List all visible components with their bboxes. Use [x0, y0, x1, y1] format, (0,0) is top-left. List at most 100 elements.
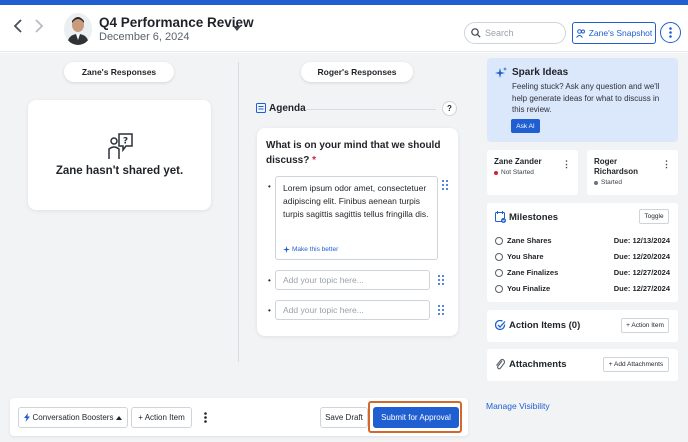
- bullet-marker: •: [268, 182, 271, 191]
- person-question-icon: ?: [108, 133, 133, 159]
- add-attachments-button[interactable]: + Add Attachments: [603, 357, 669, 372]
- attachments-title: Attachments: [509, 359, 567, 370]
- topic-input[interactable]: [275, 270, 430, 290]
- people-icon: [575, 28, 585, 38]
- chevron-left-icon: [13, 19, 22, 33]
- page-header: Q4 Performance Review December 6, 2024 Z…: [0, 5, 688, 52]
- kebab-icon: [203, 412, 207, 423]
- action-items-title: Action Items (0): [509, 320, 581, 331]
- spark-ideas-panel: Spark Ideas Feeling stuck? Ask any quest…: [487, 58, 678, 142]
- lightning-icon: [23, 413, 30, 422]
- check-circle-icon: [495, 320, 506, 331]
- participant-card-roger[interactable]: Roger Richardson Started ⋮: [587, 150, 678, 195]
- milestone-row: You Share Due: 12/20/2024: [495, 252, 670, 264]
- participant-status: Not Started: [494, 169, 534, 176]
- caret-down-icon: [233, 26, 241, 31]
- participant-more-button[interactable]: ⋮: [662, 159, 671, 170]
- roger-responses-tab[interactable]: Roger's Responses: [301, 62, 413, 82]
- search-box[interactable]: [464, 22, 566, 44]
- forward-button[interactable]: [31, 19, 47, 37]
- roger-responses-label: Roger's Responses: [317, 67, 397, 77]
- snapshot-label: Zane's Snapshot: [588, 28, 653, 38]
- participant-name: Zane Zander: [494, 157, 542, 166]
- make-better-link[interactable]: Make this better: [283, 246, 338, 253]
- milestone-name: You Finalize: [507, 284, 551, 293]
- topic-input[interactable]: [275, 300, 430, 320]
- more-options-button[interactable]: [660, 22, 681, 43]
- participant-card-zane[interactable]: Zane Zander Not Started ⋮: [487, 150, 578, 195]
- participant-more-button[interactable]: ⋮: [562, 159, 571, 170]
- drag-handle-icon[interactable]: [437, 305, 445, 315]
- bullet-marker: •: [268, 306, 271, 315]
- topic-editor[interactable]: Lorem ipsum odor amet, consectetuer adip…: [275, 176, 438, 260]
- milestone-radio[interactable]: [495, 253, 503, 261]
- drag-handle-icon[interactable]: [437, 275, 445, 285]
- zane-responses-tab[interactable]: Zane's Responses: [64, 62, 174, 82]
- caret-up-icon: [116, 415, 123, 420]
- required-mark: *: [312, 155, 317, 166]
- milestone-row: You Finalize Due: 12/27/2024: [495, 284, 670, 296]
- milestone-radio[interactable]: [495, 269, 503, 277]
- column-divider: [238, 62, 239, 362]
- submit-highlight-outline: [368, 401, 462, 433]
- milestone-row: Zane Finalizes Due: 12/27/2024: [495, 268, 670, 280]
- status-label: Not Started: [501, 169, 534, 176]
- review-date: December 6, 2024: [99, 31, 190, 43]
- save-draft-button[interactable]: Save Draft: [320, 407, 368, 428]
- paperclip-icon: [496, 358, 505, 370]
- ask-ai-button[interactable]: Ask AI: [511, 119, 540, 133]
- spark-text: Feeling stuck? Ask any question and we'l…: [512, 82, 660, 114]
- agenda-label: Agenda: [269, 103, 306, 114]
- question-title: What is on your mind that we should disc…: [266, 138, 451, 168]
- bullet-marker: •: [268, 276, 271, 285]
- milestone-name: Zane Shares: [507, 236, 552, 245]
- bottom-more-button[interactable]: [196, 407, 214, 428]
- conversation-boosters-button[interactable]: Conversation Boosters: [18, 407, 128, 428]
- drag-handle-icon[interactable]: [441, 180, 449, 190]
- add-action-item-side-button[interactable]: + Action Item: [621, 318, 669, 333]
- page-title: Q4 Performance Review: [99, 15, 254, 30]
- calendar-check-icon: [495, 211, 506, 223]
- status-label: Started: [601, 179, 622, 186]
- milestone-radio[interactable]: [495, 285, 503, 293]
- help-button[interactable]: ?: [442, 101, 457, 116]
- empty-message: Zane hasn't shared yet.: [55, 165, 184, 177]
- milestone-row: Zane Shares Due: 12/13/2024: [495, 236, 670, 248]
- avatar: [64, 13, 92, 45]
- milestone-name: Zane Finalizes: [507, 268, 559, 277]
- agenda-icon: [256, 103, 266, 113]
- search-icon: [471, 28, 481, 38]
- make-better-label: Make this better: [292, 246, 339, 253]
- boosters-label: Conversation Boosters: [32, 413, 114, 422]
- spark-title: Spark Ideas: [512, 67, 569, 78]
- sparkle-icon: [283, 246, 290, 253]
- svg-text:?: ?: [123, 137, 128, 147]
- agenda-question-card: What is on your mind that we should disc…: [257, 128, 458, 336]
- zane-responses-label: Zane's Responses: [81, 67, 157, 77]
- sparkle-icon: [495, 67, 507, 78]
- milestone-due: Due: 12/27/2024: [613, 284, 670, 293]
- status-dot: [494, 170, 498, 175]
- topic-text[interactable]: Lorem ipsum odor amet, consectetuer adip…: [283, 182, 435, 221]
- milestone-due: Due: 12/13/2024: [613, 236, 670, 245]
- add-action-item-button[interactable]: + Action Item: [131, 407, 192, 428]
- snapshot-button[interactable]: Zane's Snapshot: [572, 22, 656, 44]
- milestones-toggle-button[interactable]: Toggle: [639, 209, 669, 224]
- milestone-name: You Share: [507, 252, 544, 261]
- kebab-icon: [669, 27, 672, 38]
- question-text: What is on your mind that we should disc…: [266, 140, 441, 166]
- empty-response-card: ? Zane hasn't shared yet.: [28, 100, 211, 210]
- save-draft-label: Save Draft: [325, 413, 363, 422]
- chevron-right-icon: [35, 19, 44, 33]
- manage-visibility-link[interactable]: Manage Visibility: [486, 401, 550, 411]
- title-dropdown-button[interactable]: [233, 24, 241, 34]
- milestone-radio[interactable]: [495, 237, 503, 245]
- back-button[interactable]: [10, 19, 26, 37]
- attachments-panel: Attachments + Add Attachments: [487, 349, 678, 381]
- person-avatar-icon: [64, 13, 92, 45]
- search-input[interactable]: [485, 28, 565, 38]
- participant-name: Roger Richardson: [594, 157, 639, 176]
- status-dot: [594, 180, 598, 185]
- milestones-panel: Milestones Toggle Zane Shares Due: 12/13…: [487, 203, 678, 302]
- milestone-due: Due: 12/27/2024: [613, 268, 670, 277]
